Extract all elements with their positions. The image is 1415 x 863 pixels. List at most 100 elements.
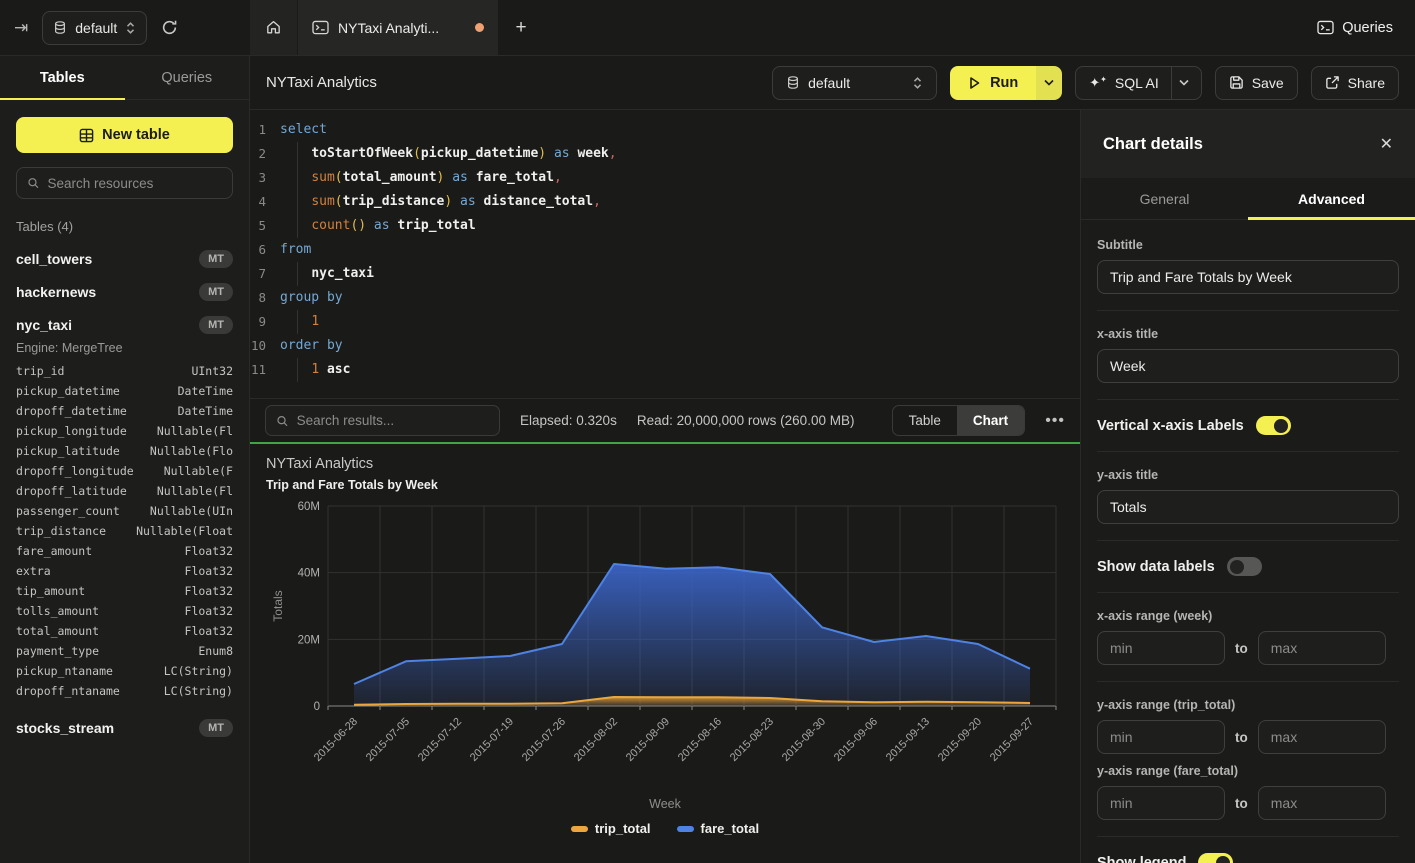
table-row-hackernews[interactable]: hackernews MT	[16, 275, 233, 308]
panel-tabs: General Advanced	[1081, 178, 1415, 220]
sql-editor-lines: 1select2 toStartOfWeek(pickup_datetime) …	[250, 118, 1080, 382]
chart-plot[interactable]: 020M40M60M2015-06-282015-07-052015-07-12…	[266, 496, 1064, 801]
data-labels-toggle[interactable]	[1227, 557, 1262, 576]
xrange-min-input[interactable]	[1097, 631, 1225, 665]
column-row: trip_distanceNullable(Float	[16, 521, 233, 541]
panel-tab-general[interactable]: General	[1081, 178, 1248, 219]
svg-text:2015-07-19: 2015-07-19	[468, 716, 516, 764]
sidebar: Tables Queries New table Tables (4) cell…	[0, 56, 250, 863]
queries-icon	[1317, 20, 1334, 35]
share-button[interactable]: Share	[1311, 66, 1399, 100]
sidebar-tab-queries[interactable]: Queries	[125, 56, 250, 99]
topbar-left: ⇥ default	[0, 0, 250, 55]
header-actions: default Run ✦✦ SQL AI Save Share	[772, 66, 1399, 100]
database-icon	[786, 75, 800, 90]
home-icon	[265, 19, 282, 36]
new-tab-button[interactable]: +	[498, 0, 544, 55]
legend-item-trip_total[interactable]: trip_total	[571, 821, 651, 836]
show-legend-toggle[interactable]	[1198, 853, 1233, 863]
sidebar-tabs: Tables Queries	[0, 56, 249, 100]
xaxis-title-input[interactable]	[1097, 349, 1399, 383]
yrange-trip-label: y-axis range (trip_total)	[1097, 698, 1399, 712]
yrange-fare-min-input[interactable]	[1097, 786, 1225, 820]
run-options-caret[interactable]	[1036, 66, 1062, 100]
code-line: 10order by	[250, 334, 1080, 358]
new-table-button[interactable]: New table	[16, 117, 233, 153]
svg-text:Totals: Totals	[271, 590, 285, 621]
svg-text:60M: 60M	[298, 501, 320, 513]
legend-item-fare_total[interactable]: fare_total	[677, 821, 760, 836]
code-line: 4 sum(trip_distance) as distance_total,	[250, 190, 1080, 214]
yrange-trip-min-input[interactable]	[1097, 720, 1225, 754]
svg-text:2015-07-05: 2015-07-05	[364, 716, 412, 764]
run-label: Run	[990, 75, 1018, 91]
terminal-icon	[312, 20, 329, 35]
svg-text:2015-09-20: 2015-09-20	[936, 716, 984, 764]
sparkles-icon: ✦✦	[1089, 75, 1107, 91]
vertical-labels-toggle[interactable]	[1256, 416, 1291, 435]
svg-text:2015-09-27: 2015-09-27	[988, 716, 1036, 764]
table-row-stocks-stream[interactable]: stocks_stream MT	[16, 711, 233, 744]
sql-editor[interactable]: 1select2 toStartOfWeek(pickup_datetime) …	[250, 110, 1080, 398]
engine-badge: MT	[199, 719, 233, 737]
code-line: 8group by	[250, 286, 1080, 310]
svg-text:2015-06-28: 2015-06-28	[312, 716, 360, 764]
chart-details-header: Chart details ✕	[1081, 110, 1415, 178]
column-row: passenger_countNullable(UIn	[16, 501, 233, 521]
share-label: Share	[1348, 75, 1385, 91]
table-engine-label: Engine: MergeTree	[16, 341, 233, 355]
home-tab[interactable]	[250, 0, 298, 55]
divider	[1097, 592, 1399, 593]
sidebar-search-input[interactable]	[48, 176, 222, 191]
xrange-label: x-axis range (week)	[1097, 609, 1399, 623]
column-row: pickup_longitudeNullable(Fl	[16, 421, 233, 441]
yaxis-title-input[interactable]	[1097, 490, 1399, 524]
results-more-button[interactable]: •••	[1045, 412, 1065, 430]
yrange-trip-max-input[interactable]	[1258, 720, 1386, 754]
results-search[interactable]	[265, 405, 500, 436]
sidebar-search[interactable]	[16, 167, 233, 199]
sql-ai-button[interactable]: ✦✦ SQL AI	[1075, 66, 1201, 100]
collapse-sidebar-icon[interactable]: ⇥	[14, 18, 28, 38]
svg-text:2015-08-16: 2015-08-16	[676, 716, 724, 764]
chart-panel: NYTaxi Analytics Trip and Fare Totals by…	[250, 444, 1080, 863]
search-icon	[276, 414, 289, 428]
subtitle-input[interactable]	[1097, 260, 1399, 294]
chart-legend: trip_total fare_total	[266, 821, 1064, 836]
topbar-database-selector[interactable]: default	[42, 11, 147, 45]
subtitle-field-label: Subtitle	[1097, 238, 1399, 252]
run-button[interactable]: Run	[950, 66, 1036, 100]
svg-text:2015-07-12: 2015-07-12	[416, 716, 464, 764]
xrange-max-input[interactable]	[1258, 631, 1386, 665]
refresh-icon[interactable]	[161, 19, 178, 36]
svg-text:2015-09-06: 2015-09-06	[832, 716, 880, 764]
table-row-cell-towers[interactable]: cell_towers MT	[16, 242, 233, 275]
sidebar-tab-tables[interactable]: Tables	[0, 56, 125, 99]
column-row: fare_amountFloat32	[16, 541, 233, 561]
query-tab[interactable]: NYTaxi Analyti...	[298, 0, 498, 55]
sql-ai-caret[interactable]	[1171, 67, 1197, 99]
code-line: 11 1 asc	[250, 358, 1080, 382]
divider	[1097, 681, 1399, 682]
column-row: payment_typeEnum8	[16, 641, 233, 661]
queries-button[interactable]: Queries	[1317, 20, 1415, 36]
results-search-input[interactable]	[297, 413, 489, 428]
view-tab-chart[interactable]: Chart	[957, 406, 1024, 435]
column-row: pickup_latitudeNullable(Flo	[16, 441, 233, 461]
panel-tab-advanced[interactable]: Advanced	[1248, 178, 1415, 219]
column-row: tip_amountFloat32	[16, 581, 233, 601]
column-row: trip_idUInt32	[16, 361, 233, 381]
table-icon	[79, 128, 94, 143]
run-database-selector[interactable]: default	[772, 66, 937, 100]
close-icon[interactable]: ✕	[1380, 134, 1393, 154]
search-icon	[27, 176, 40, 190]
panel-title: Chart details	[1103, 135, 1203, 154]
svg-text:2015-08-30: 2015-08-30	[780, 716, 828, 764]
table-row-nyc-taxi[interactable]: nyc_taxi MT	[16, 308, 233, 341]
column-row: extraFloat32	[16, 561, 233, 581]
yrange-fare-max-input[interactable]	[1258, 786, 1386, 820]
query-title: NYTaxi Analytics	[266, 74, 377, 91]
run-button-group: Run	[950, 66, 1062, 100]
view-tab-table[interactable]: Table	[893, 406, 957, 435]
save-button[interactable]: Save	[1215, 66, 1298, 100]
